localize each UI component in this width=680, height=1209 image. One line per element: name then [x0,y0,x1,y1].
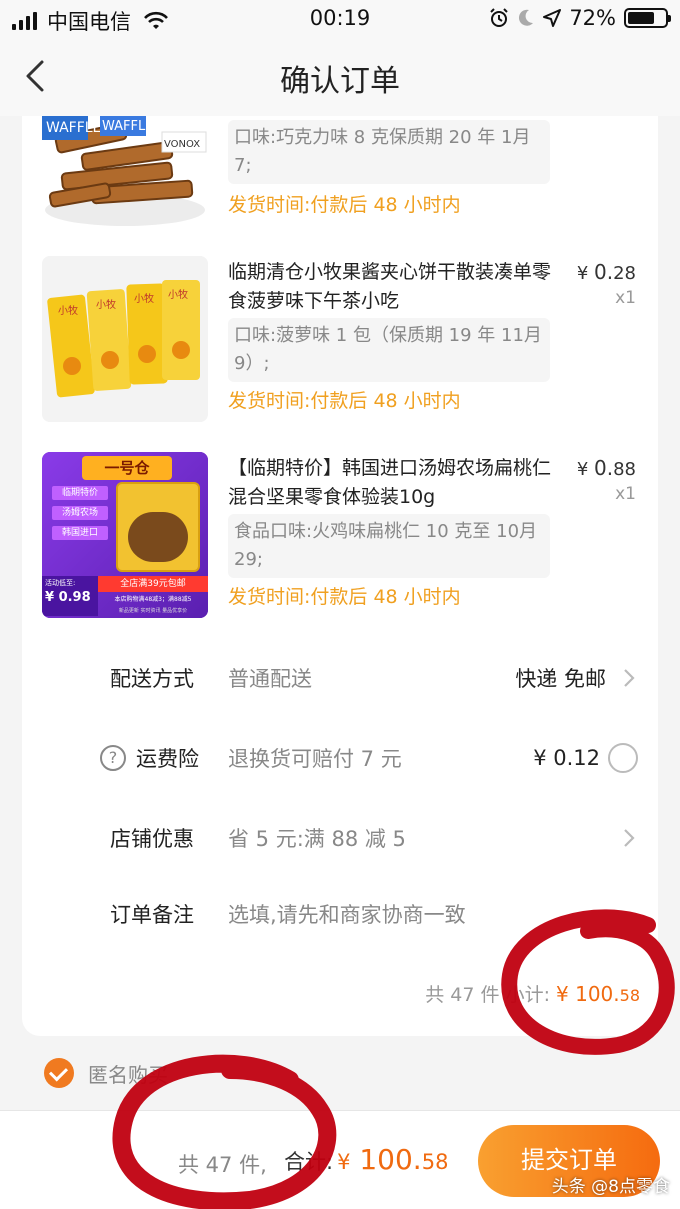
product-title-3[interactable]: 【临期特价】韩国进口汤姆农场扁桃仁混合坚果零食体验装10g [228,454,558,512]
insurance-value: 退换货可赔付 7 元 [228,747,402,771]
product-qty-3: x1 [615,484,636,504]
note-row[interactable]: 订单备注 选填,请先和商家协商一致 [22,889,658,939]
price-dec: 88 [613,459,636,480]
wafer-brand-text-1: WAFFLE [46,120,101,136]
promo-sub-text: 本店购物满48减3；满88减5 [114,596,192,603]
insurance-row[interactable]: ? 运费险 退换货可赔付 7 元 ¥ 0.12 [22,733,658,783]
delivery-label: 配送方式 [110,667,194,691]
subtotal-int: 100. [575,982,620,1006]
order-card: WAFFLE WAFFLE VONOX 口味:巧克力味 8 克保质期 20 年 … [22,116,658,1036]
insurance-price: ¥ 0.12 [533,746,600,770]
store-name-tag: 一号仓 [82,456,172,480]
total-amount: 合计: ¥ 100.58 [284,1143,448,1176]
biscuit-brand-text-3: 小牧 [134,292,154,305]
product-shipping-2: 发货时间:付款后 48 小时内 [228,390,461,412]
discount-row[interactable]: 店铺优惠 省 5 元:满 88 减 5 [22,813,658,863]
biscuit-brand-text-2: 小牧 [96,298,116,311]
price-int: 0. [594,456,614,480]
product-title-2[interactable]: 临期清仓小牧果酱夹心饼干散装凑单零食菠萝味下午茶小吃 [228,258,558,316]
promo-banner: 全店满39元包邮 [98,576,208,592]
total-count: 共 47 件, [178,1153,267,1177]
watermark: 头条 @8点零食 [551,1177,670,1197]
nuts-tag-3: 韩国进口 [52,526,108,540]
price-symbol: ¥ [576,263,589,284]
product-price-2: ¥ 0.28 [577,260,636,284]
battery-percent: 72% [569,6,616,30]
chevron-right-icon[interactable] [622,667,636,689]
total-symbol: ¥ [337,1150,351,1174]
subtotal-count: 共 47 件 [425,984,500,1006]
nuts-tag-1: 临期特价 [52,486,108,500]
checkbox-checked-icon[interactable] [44,1058,74,1088]
nuts-package [116,482,200,572]
total-int: 100. [359,1143,422,1176]
product-sku-1: 口味:巧克力味 8 克保质期 20 年 1月7; [228,120,550,184]
battery-fill [628,12,654,24]
page-title: 确认订单 [280,64,400,99]
wafer-brand-text-2: WAFFLE [102,119,153,134]
biscuit-brand-text-1: 小牧 [58,304,78,317]
location-arrow-icon [543,9,562,27]
status-right: 72% [489,6,671,30]
promo-price-value: ¥ 0.98 [45,590,91,605]
nuts-tag-2: 汤姆农场 [52,506,108,520]
product-image-biscuit[interactable]: 小牧 小牧 小牧 小牧 [42,256,208,422]
total-value: ¥ 100.58 [337,1143,448,1176]
delivery-value: 普通配送 [228,667,312,691]
chevron-right-icon[interactable] [622,827,636,849]
wafer-illustration: WAFFLE WAFFLE VONOX [42,116,208,226]
total-dec: 58 [421,1150,449,1174]
battery-icon [624,8,671,28]
anonymous-label: 匿名购买 [88,1062,168,1087]
price-int: 0. [594,260,614,284]
product-price-3: ¥ 0.88 [577,456,636,480]
subtotal-dec: 58 [619,986,640,1005]
wafer-brand-text-3: VONOX [164,139,200,150]
subtotal-amount: ¥ 100.58 [556,982,640,1006]
insurance-radio[interactable] [608,743,638,773]
product-image-wafer[interactable]: WAFFLE WAFFLE VONOX [42,116,208,226]
delivery-method: 快递 免邮 [515,667,606,691]
subtotal-label: 小计: [505,984,550,1006]
product-item-1[interactable]: WAFFLE WAFFLE VONOX 口味:巧克力味 8 克保质期 20 年 … [22,116,658,236]
price-dec: 28 [613,263,636,284]
product-image-nuts[interactable]: 一号仓 临期特价 汤姆农场 韩国进口 活动低至: ¥ 0.98 全店满39元包邮… [42,452,208,618]
note-input[interactable]: 选填,请先和商家协商一致 [228,899,466,929]
product-shipping-3: 发货时间:付款后 48 小时内 [228,586,461,608]
product-sku-2: 口味:菠萝味 1 包（保质期 19 年 11月9）; [228,318,550,382]
status-bar: 中国电信 00:19 72% [0,0,680,36]
product-item-3[interactable]: 一号仓 临期特价 汤姆农场 韩国进口 活动低至: ¥ 0.98 全店满39元包邮… [22,452,658,622]
subtotal: 共 47 件 小计: ¥ 100.58 [425,980,640,1007]
promo-fine-print: 新品更新 实时资讯 量品优享价 [118,608,188,614]
price-symbol: ¥ [576,459,589,480]
note-label: 订单备注 [110,903,194,927]
product-shipping-1: 发货时间:付款后 48 小时内 [228,194,461,216]
product-sku-3: 食品口味:火鸡味扁桃仁 10 克至 10月29; [228,514,550,578]
biscuit-illustration: 小牧 小牧 小牧 小牧 [42,256,208,422]
discount-label: 店铺优惠 [110,827,194,851]
anonymous-purchase[interactable]: 匿名购买 [44,1058,168,1088]
promo-price-box: 活动低至: ¥ 0.98 [42,576,98,616]
promo-price-label: 活动低至: [45,579,76,587]
delivery-row[interactable]: 配送方式 普通配送 快递 免邮 [22,653,658,703]
nav-bar: 确认订单 [0,36,680,116]
biscuit-brand-text-4: 小牧 [168,288,188,301]
total-label: 合计: [284,1150,334,1174]
moon-icon [519,9,534,26]
nuts-bowl [128,512,188,562]
discount-value: 省 5 元:满 88 减 5 [228,827,406,851]
product-qty-2: x1 [615,288,636,308]
product-item-2[interactable]: 小牧 小牧 小牧 小牧 临期清仓小牧果酱夹心饼干散装凑单零食菠萝味下午茶小吃 ¥… [22,256,658,426]
insurance-label: 运费险 [136,747,199,771]
help-icon[interactable]: ? [100,745,126,771]
subtotal-symbol: ¥ [556,982,569,1006]
alarm-icon [490,8,509,27]
